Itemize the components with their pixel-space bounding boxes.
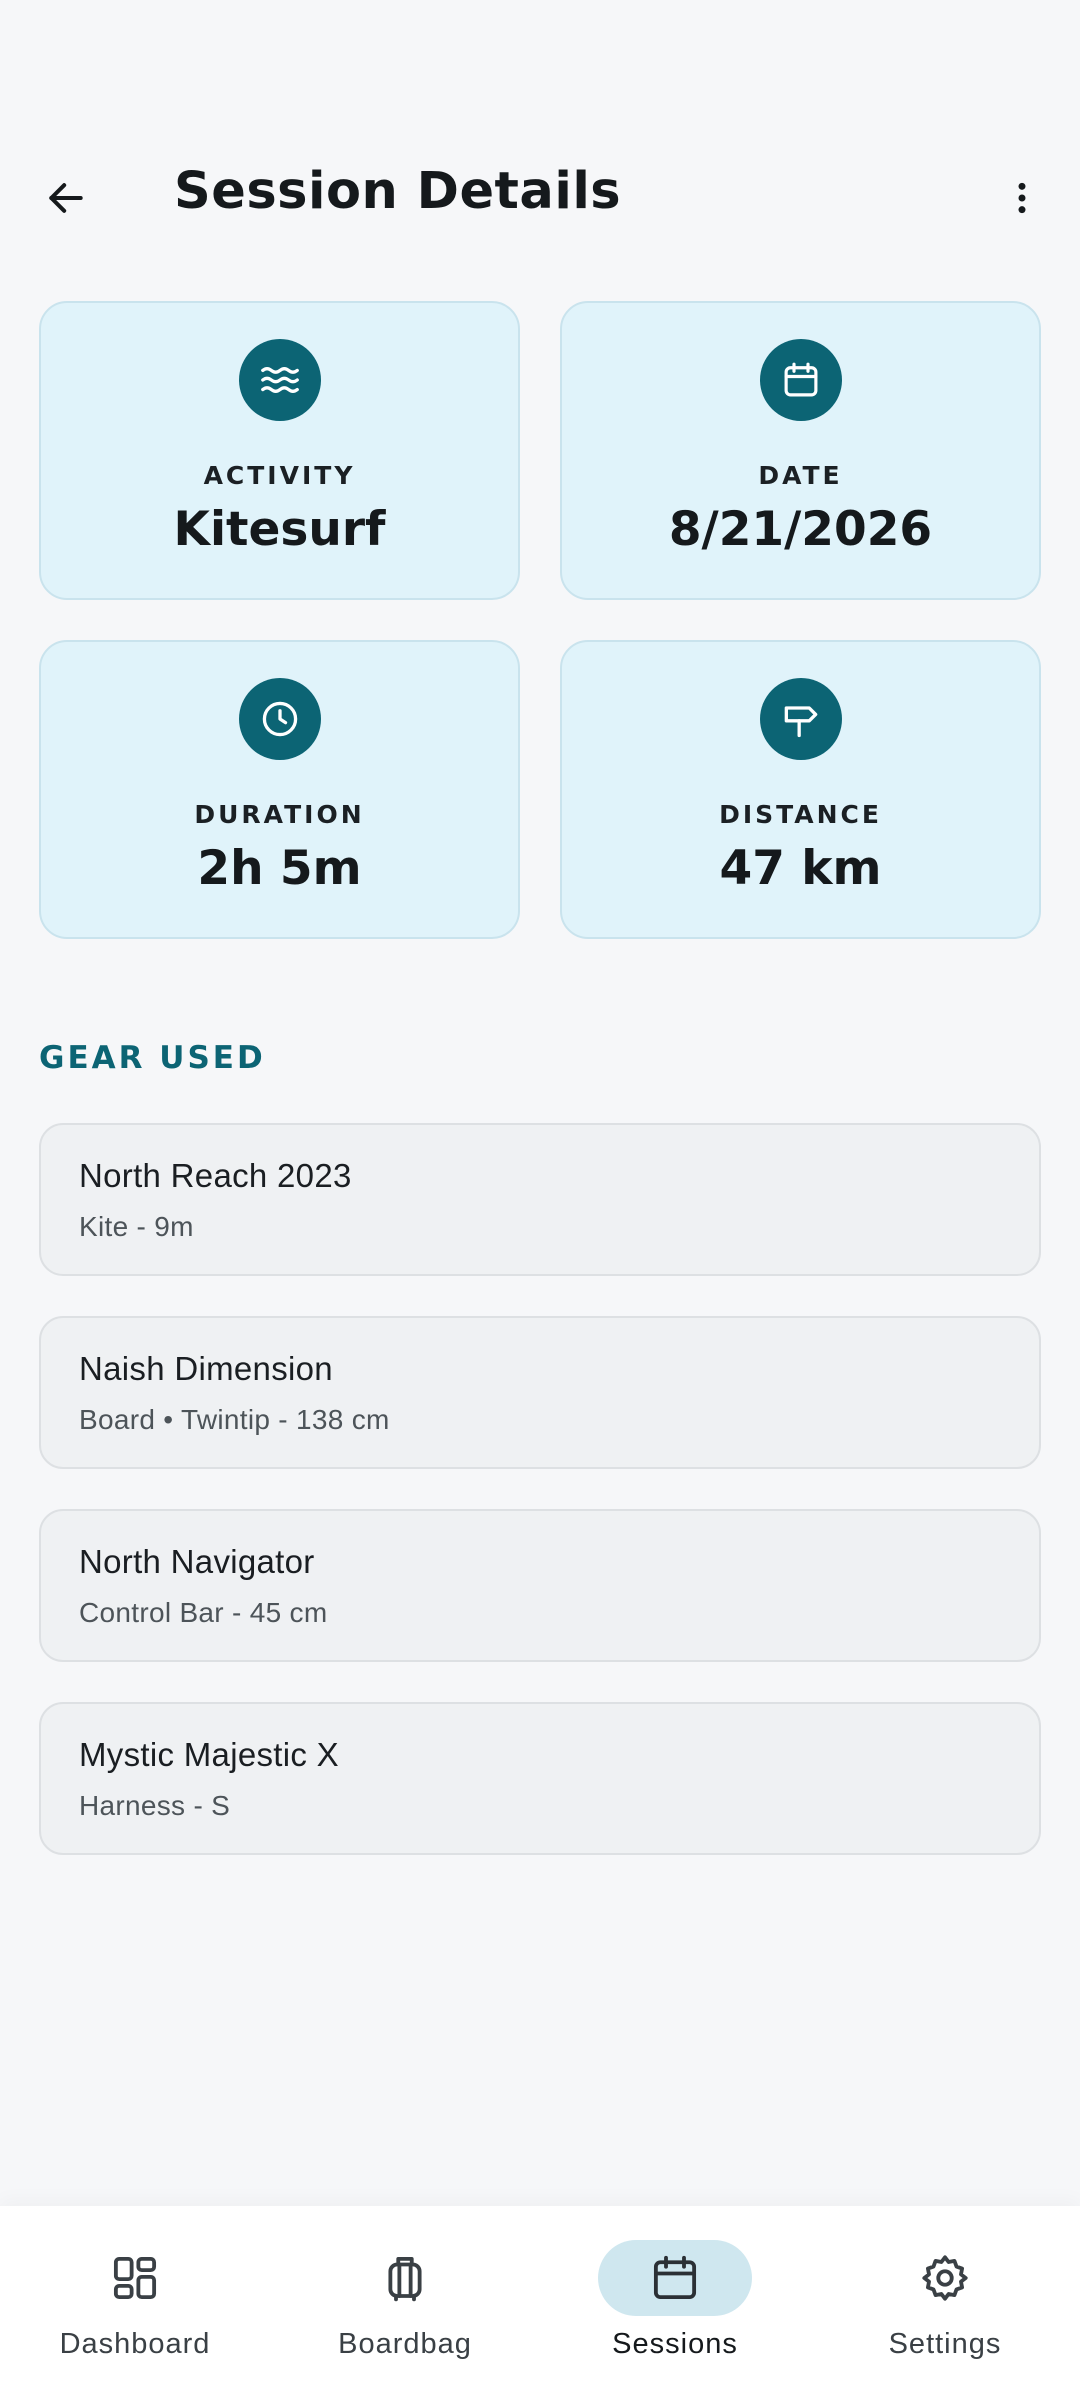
nav-icon-container	[328, 2240, 482, 2316]
stat-card-duration: DURATION 2h 5m	[39, 640, 520, 939]
nav-icon-container	[58, 2240, 212, 2316]
gear-list: North Reach 2023 Kite - 9m Naish Dimensi…	[39, 1123, 1041, 1895]
luggage-icon	[388, 2256, 422, 2302]
more-options-button[interactable]	[990, 166, 1054, 230]
session-stats: ACTIVITY Kitesurf DATE 8/21/2026 DURATIO…	[39, 301, 1041, 939]
bottom-navigation: Dashboard Boardbag Sessions Settings	[0, 2206, 1080, 2400]
app-bar: Session Details	[0, 140, 1080, 250]
gear-section-title: GEAR USED	[39, 1040, 266, 1076]
gear-name: Naish Dimension	[79, 1350, 333, 1387]
stat-value: 47 km	[719, 841, 882, 896]
gear-name: North Navigator	[79, 1543, 315, 1580]
nav-icon-container	[868, 2240, 1022, 2316]
clock-icon	[238, 678, 321, 760]
more-vert-icon	[1018, 182, 1026, 214]
waves-icon	[238, 339, 321, 421]
calendar-icon	[759, 339, 842, 421]
stat-value: 8/21/2026	[668, 502, 933, 557]
nav-item-boardbag[interactable]: Boardbag	[270, 2206, 540, 2400]
stat-label: ACTIVITY	[203, 461, 356, 490]
nav-label: Dashboard	[59, 2328, 211, 2360]
back-button[interactable]	[34, 166, 98, 230]
nav-label: Sessions	[612, 2328, 738, 2360]
dashboard-icon	[113, 2256, 157, 2300]
gear-item[interactable]: North Navigator Control Bar - 45 cm	[39, 1509, 1041, 1662]
gear-name: Mystic Majestic X	[79, 1736, 339, 1773]
stat-card-distance: DISTANCE 47 km	[560, 640, 1041, 939]
nav-item-settings[interactable]: Settings	[810, 2206, 1080, 2400]
stat-card-date: DATE 8/21/2026	[560, 301, 1041, 600]
stat-label: DATE	[758, 461, 843, 490]
stat-label: DISTANCE	[719, 800, 882, 829]
calendar-icon	[653, 2255, 697, 2300]
gear-item[interactable]: North Reach 2023 Kite - 9m	[39, 1123, 1041, 1276]
signpost-icon	[759, 678, 842, 760]
stat-label: DURATION	[194, 800, 365, 829]
gear-name: North Reach 2023	[79, 1157, 352, 1194]
arrow-left-icon	[49, 183, 83, 213]
gear-item[interactable]: Mystic Majestic X Harness - S	[39, 1702, 1041, 1855]
nav-icon-container	[598, 2240, 752, 2316]
gear-icon	[922, 2255, 968, 2301]
nav-label: Settings	[888, 2328, 1002, 2360]
nav-item-sessions[interactable]: Sessions	[540, 2206, 810, 2400]
stat-card-activity: ACTIVITY Kitesurf	[39, 301, 520, 600]
nav-label: Boardbag	[338, 2328, 472, 2360]
gear-description: Kite - 9m	[79, 1211, 194, 1242]
stat-value: Kitesurf	[173, 502, 386, 557]
gear-item[interactable]: Naish Dimension Board • Twintip - 138 cm	[39, 1316, 1041, 1469]
gear-description: Harness - S	[79, 1790, 231, 1821]
gear-description: Control Bar - 45 cm	[79, 1597, 328, 1628]
nav-item-dashboard[interactable]: Dashboard	[0, 2206, 270, 2400]
stat-value: 2h 5m	[197, 841, 362, 896]
gear-description: Board • Twintip - 138 cm	[79, 1404, 390, 1435]
page-title: Session Details	[174, 162, 622, 221]
